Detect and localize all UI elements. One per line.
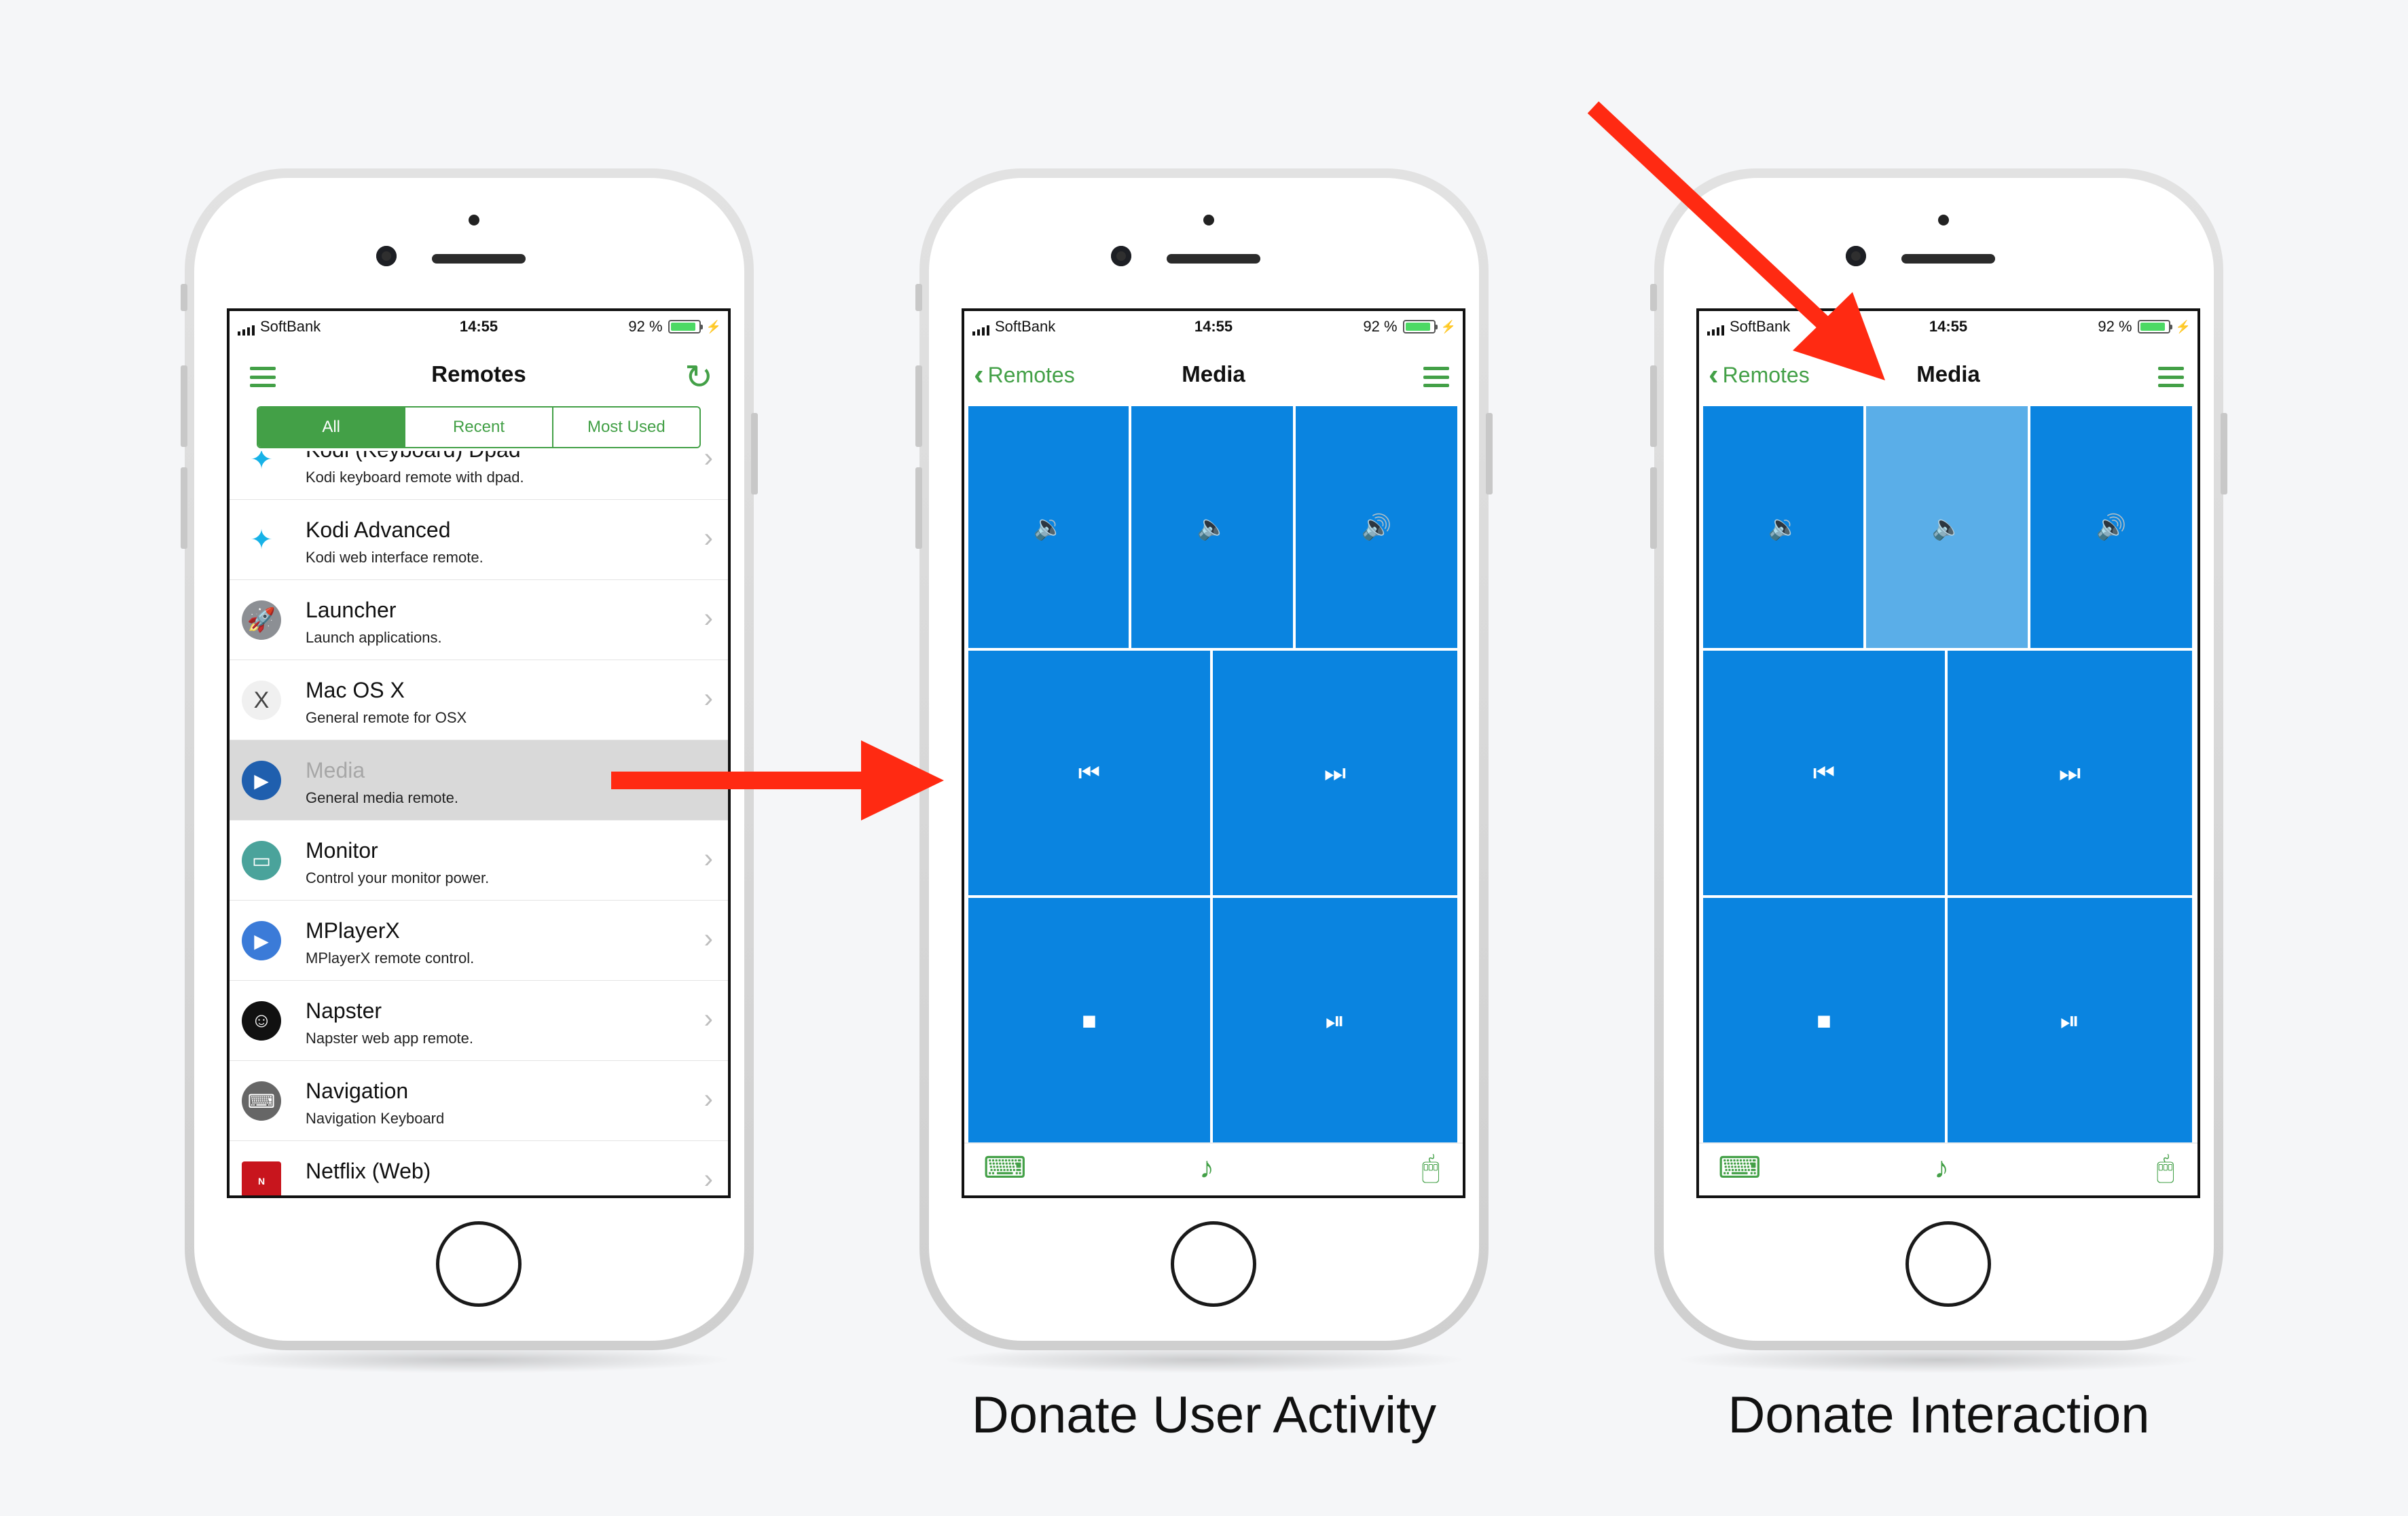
caption-donate-interaction: Donate Interaction <box>1728 1386 2150 1444</box>
arrow-to-pressed-tile <box>1587 101 1885 380</box>
arrow-list-to-media <box>611 740 944 820</box>
annotation-arrows <box>611 101 1885 820</box>
caption-donate-user-activity: Donate User Activity <box>971 1386 1437 1444</box>
